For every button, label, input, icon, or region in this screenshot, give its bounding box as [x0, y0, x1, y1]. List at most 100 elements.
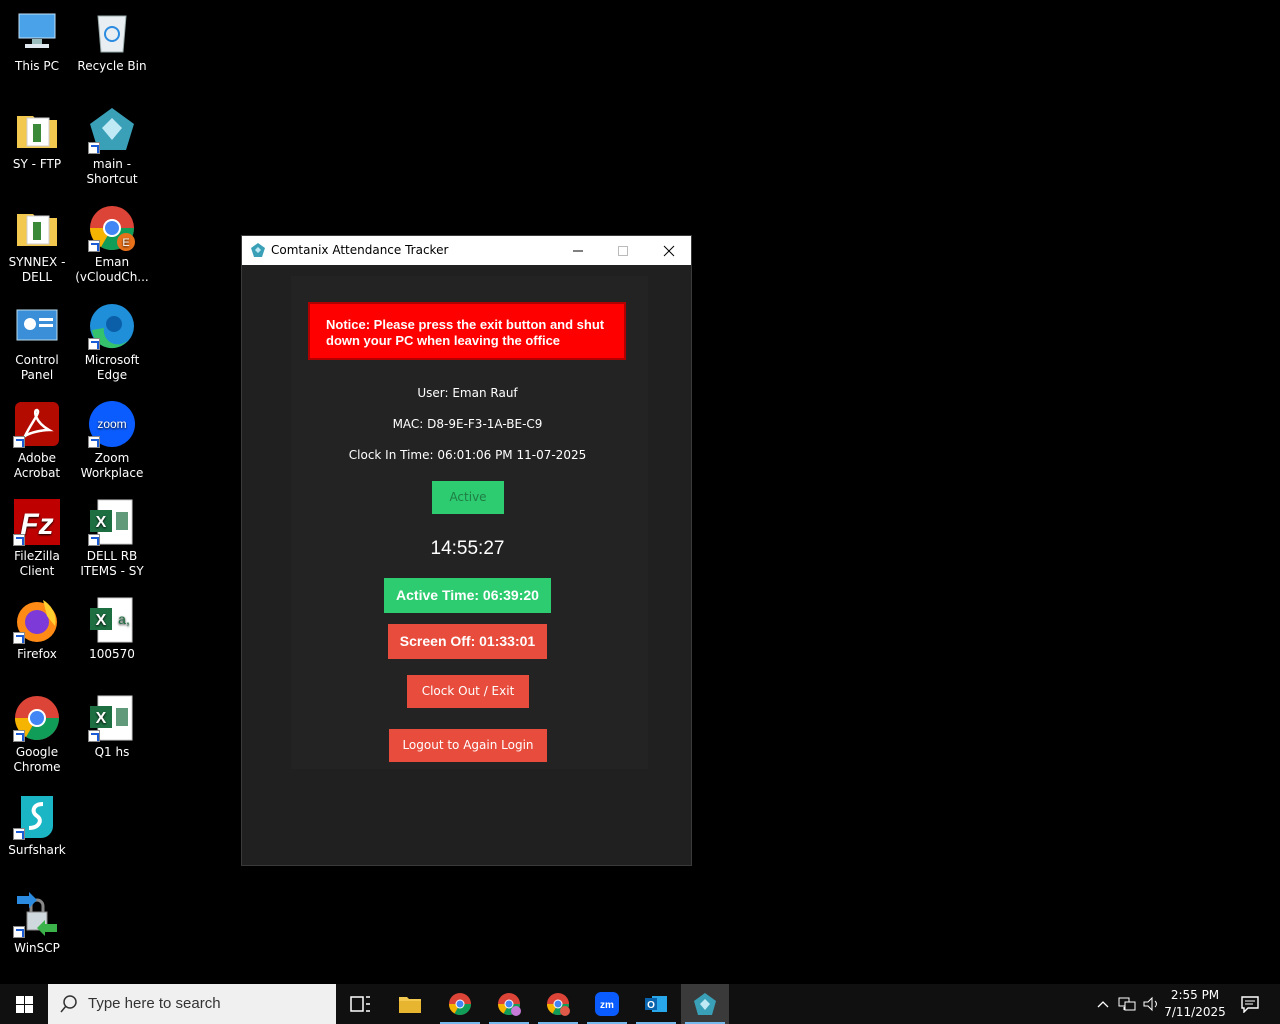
user-label: User: Eman Rauf	[417, 386, 518, 400]
desktop-icon-label: FileZilla Client	[14, 549, 60, 578]
desktop-icon-winscp[interactable]: WinSCP	[0, 890, 74, 956]
attendance-tracker-window: Comtanix Attendance Tracker Notice: Plea…	[241, 235, 692, 866]
app-diamond-icon	[251, 243, 265, 257]
desktop-icon-label: Eman (vCloudCh...	[75, 255, 149, 284]
active-time-badge: Active Time: 06:39:20	[384, 578, 551, 613]
clock-in-label: Clock In Time: 06:01:06 PM 11-07-2025	[348, 448, 587, 462]
desktop-icon-label: SY - FTP	[12, 157, 62, 171]
desktop-icon-100570[interactable]: Xa, 100570	[75, 596, 149, 662]
taskbar-zoom[interactable]: zm	[583, 984, 631, 1024]
maximize-icon	[618, 246, 628, 256]
current-time: 14:55:27	[430, 538, 505, 559]
taskbar-attendance-tracker[interactable]	[681, 984, 729, 1024]
desktop-icon-acrobat[interactable]: Adobe Acrobat	[0, 400, 74, 481]
taskbar-file-explorer[interactable]	[386, 984, 434, 1024]
desktop-icon-dell-rb-items[interactable]: X DELL RB ITEMS - SY	[75, 498, 149, 579]
desktop-icon-label: Recycle Bin	[77, 59, 147, 73]
shortcut-arrow-icon	[88, 142, 100, 154]
desktop-icon-this-pc[interactable]: This PC	[0, 8, 74, 74]
taskbar-chrome[interactable]	[436, 984, 484, 1024]
network-button[interactable]	[1116, 984, 1138, 1024]
svg-text:O: O	[647, 1000, 655, 1011]
desktop-icon-firefox[interactable]: Firefox	[0, 596, 74, 662]
status-badge: Active	[432, 481, 504, 514]
mac-label: MAC: D8-9E-F3-1A-BE-C9	[392, 417, 543, 431]
desktop-icon-edge[interactable]: Microsoft Edge	[75, 302, 149, 383]
desktop-icon-surfshark[interactable]: Surfshark	[0, 792, 74, 858]
desktop-icon-recycle-bin[interactable]: Recycle Bin	[75, 8, 149, 74]
desktop-icon-label: This PC	[15, 59, 59, 73]
desktop-icon-zoom[interactable]: zoom Zoom Workplace	[75, 400, 149, 481]
shortcut-arrow-icon	[88, 338, 100, 350]
desktop-icon-label: Zoom Workplace	[80, 451, 144, 480]
clock-date: 7/11/2025	[1164, 1005, 1226, 1019]
notifications-button[interactable]	[1232, 984, 1272, 1024]
desktop-icon-label: Microsoft Edge	[84, 353, 140, 382]
show-hidden-icons-button[interactable]	[1094, 984, 1112, 1024]
chevron-up-icon	[1097, 1001, 1109, 1008]
logout-button[interactable]: Logout to Again Login	[389, 729, 547, 762]
desktop-icon-main-shortcut[interactable]: main - Shortcut	[75, 106, 149, 187]
taskbar-outlook[interactable]: O	[632, 984, 680, 1024]
windows-logo-icon	[16, 996, 33, 1013]
clock-time: 2:55 PM	[1170, 988, 1220, 1002]
network-icon	[1118, 997, 1136, 1011]
desktop-icon-label: WinSCP	[14, 941, 60, 955]
desktop-icon-label: Adobe Acrobat	[13, 451, 61, 480]
excel-icon: Xa,	[90, 597, 133, 643]
taskbar-clock[interactable]: 2:55 PM 7/11/2025	[1164, 987, 1226, 1021]
chrome-profile-icon	[498, 993, 521, 1016]
taskbar-search-box[interactable]: Type here to search	[48, 984, 336, 1024]
chrome-profile-icon	[547, 993, 570, 1016]
desktop-icon-q1-hs[interactable]: X Q1 hs	[75, 694, 149, 760]
shortcut-arrow-icon	[88, 534, 100, 546]
speaker-icon	[1143, 996, 1157, 1012]
svg-text:E: E	[122, 237, 129, 249]
close-icon	[663, 245, 675, 257]
window-title: Comtanix Attendance Tracker	[271, 243, 449, 257]
svg-text:X: X	[96, 710, 107, 727]
taskbar-chrome-profile-2[interactable]	[534, 984, 582, 1024]
desktop-icon-google-chrome[interactable]: Google Chrome	[0, 694, 74, 775]
desktop-icon-filezilla[interactable]: Fz FileZilla Client	[0, 498, 74, 579]
window-titlebar[interactable]: Comtanix Attendance Tracker	[242, 236, 691, 265]
folder-icon	[17, 116, 57, 148]
close-button[interactable]	[646, 236, 692, 265]
clock-out-button[interactable]: Clock Out / Exit	[407, 675, 529, 708]
desktop-icon-label: Q1 hs	[94, 745, 130, 759]
svg-text:X: X	[96, 612, 107, 629]
desktop-icon-sy-ftp[interactable]: SY - FTP	[0, 106, 74, 172]
shortcut-arrow-icon	[13, 730, 25, 742]
desktop-icon-control-panel[interactable]: Control Panel	[0, 302, 74, 383]
start-button[interactable]	[0, 984, 48, 1024]
minimize-icon	[573, 250, 583, 252]
recycle-bin-icon	[97, 15, 127, 53]
desktop-icon-label: Control Panel	[15, 353, 59, 382]
desktop-icon-label: main - Shortcut	[86, 157, 138, 186]
svg-text:X: X	[96, 514, 107, 531]
shortcut-arrow-icon	[13, 632, 25, 644]
desktop-icon-eman-chrome[interactable]: E Eman (vCloudCh...	[75, 204, 149, 285]
taskbar-task-view[interactable]	[336, 984, 384, 1024]
computer-icon	[18, 13, 56, 48]
desktop-icon-label: Google Chrome	[13, 745, 61, 774]
task-view-icon	[350, 996, 370, 1012]
folder-icon	[17, 214, 57, 246]
desktop-icon-synnex-dell[interactable]: SYNNEX - DELL	[0, 204, 74, 285]
maximize-button[interactable]	[600, 236, 646, 265]
volume-button[interactable]	[1140, 984, 1162, 1024]
file-explorer-icon	[399, 997, 421, 1013]
taskbar-chrome-profile-1[interactable]	[485, 984, 533, 1024]
notification-icon	[1241, 996, 1259, 1013]
svg-text:zoom: zoom	[97, 417, 126, 431]
attendance-tracker-icon	[694, 993, 716, 1015]
taskbar: Type here to search zm O 2:55 PM 7/11/20…	[0, 984, 1280, 1024]
zoom-icon: zm	[595, 992, 619, 1016]
shortcut-arrow-icon	[13, 436, 25, 448]
minimize-button[interactable]	[555, 236, 601, 265]
shortcut-arrow-icon	[13, 534, 25, 546]
svg-text:zm: zm	[600, 1000, 614, 1011]
shortcut-arrow-icon	[88, 730, 100, 742]
desktop-icon-label: DELL RB ITEMS - SY	[80, 549, 144, 578]
desktop-icon-label: SYNNEX - DELL	[8, 255, 66, 284]
